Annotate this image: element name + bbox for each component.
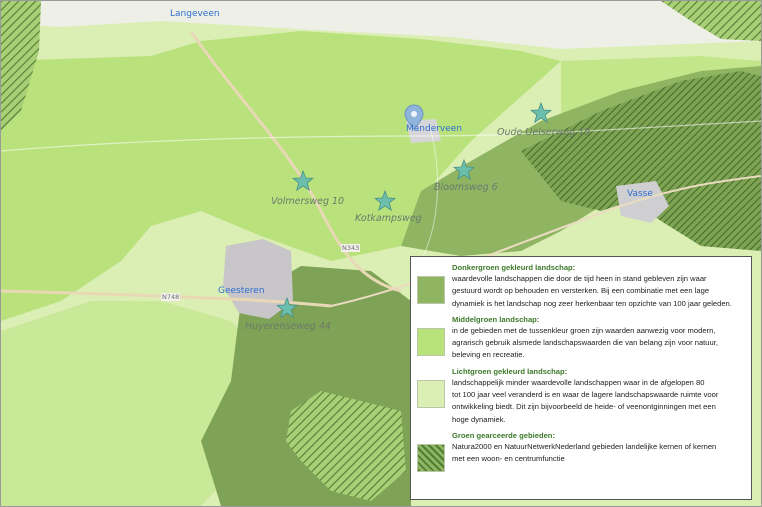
legend-text-line: gestuurd wordt op behouden en versterken…: [452, 286, 710, 296]
legend-item-dark-green: Donkergroen gekleurd landschap: waardevo…: [417, 263, 745, 310]
marker-label-volmersweg: Volmersweg 10: [271, 196, 345, 207]
marker-label-kotkampsweg: Kotkampsweg: [355, 213, 422, 224]
star-marker-icon[interactable]: [374, 190, 396, 212]
marker-label-oude-uelserweg: Oude Uelserweg 19: [497, 127, 591, 138]
place-label-langeveen: Langeveen: [170, 9, 220, 19]
legend-text-line: met een woon- en centrumfunctie: [452, 454, 565, 464]
star-marker-icon[interactable]: [453, 159, 475, 181]
marker-label-bloomsweg: Bloomsweg 6: [434, 182, 498, 193]
legend-title: Donkergroen gekleurd landschap:: [452, 263, 576, 272]
legend-text-line: dynamiek is het landschap nog zeer herke…: [452, 298, 732, 308]
star-marker-icon[interactable]: [292, 170, 314, 192]
place-label-geesteren: Geesteren: [218, 286, 265, 296]
marker-label-huyerenseweg: Huyerenseweg 44: [245, 321, 331, 332]
map-frame: Langeveen Manderveen Vasse Geesteren N34…: [0, 0, 762, 507]
legend-text-line: beleving en recreatie.: [452, 350, 525, 360]
place-label-vasse: Vasse: [627, 189, 653, 199]
place-label-manderveen: Manderveen: [406, 124, 463, 134]
legend-text-line: in de gebieden met de tussenkleur groen …: [452, 325, 716, 335]
road-label-n748: N748: [161, 293, 181, 301]
legend-title: Lichtgroen gekleurd landschap:: [452, 366, 568, 376]
map-legend: Donkergroen gekleurd landschap: waardevo…: [410, 256, 752, 500]
legend-swatch-light-green: [417, 379, 445, 408]
legend-swatch-hatched: [417, 443, 445, 472]
legend-title: Groen gearceerde gebieden:: [452, 430, 555, 440]
legend-item-light-green: Lichtgroen gekleurd landschap: landschap…: [417, 367, 745, 426]
legend-text-line: ontwikkeling biedt. Dit zijn bijvoorbeel…: [452, 402, 716, 412]
legend-text-line: tot 100 jaar veel veranderd is en waar d…: [452, 390, 719, 400]
legend-item-middle-green: Middelgroen landschap: in de gebieden me…: [417, 315, 745, 362]
legend-title: Middelgroen landschap:: [452, 314, 540, 324]
star-marker-icon[interactable]: [530, 102, 552, 124]
legend-text-line: waardevolle landschappen die door de tij…: [452, 274, 707, 283]
legend-text-line: agrarisch gebruik alsmede landschapswaar…: [452, 338, 718, 348]
road-label-n343: N343: [341, 244, 361, 252]
legend-swatch-middle-green: [417, 327, 445, 356]
legend-item-hatched: Groen gearceerde gebieden: Natura2000 en…: [417, 431, 745, 472]
legend-text-line: landschappelijk minder waardevolle lands…: [452, 377, 705, 387]
legend-swatch-dark-green: [417, 276, 445, 304]
star-marker-icon[interactable]: [276, 297, 298, 319]
legend-text-line: Natura2000 en NatuurNetwerkNederland geb…: [452, 441, 717, 451]
legend-text-line: hoge dynamiek.: [452, 414, 506, 424]
